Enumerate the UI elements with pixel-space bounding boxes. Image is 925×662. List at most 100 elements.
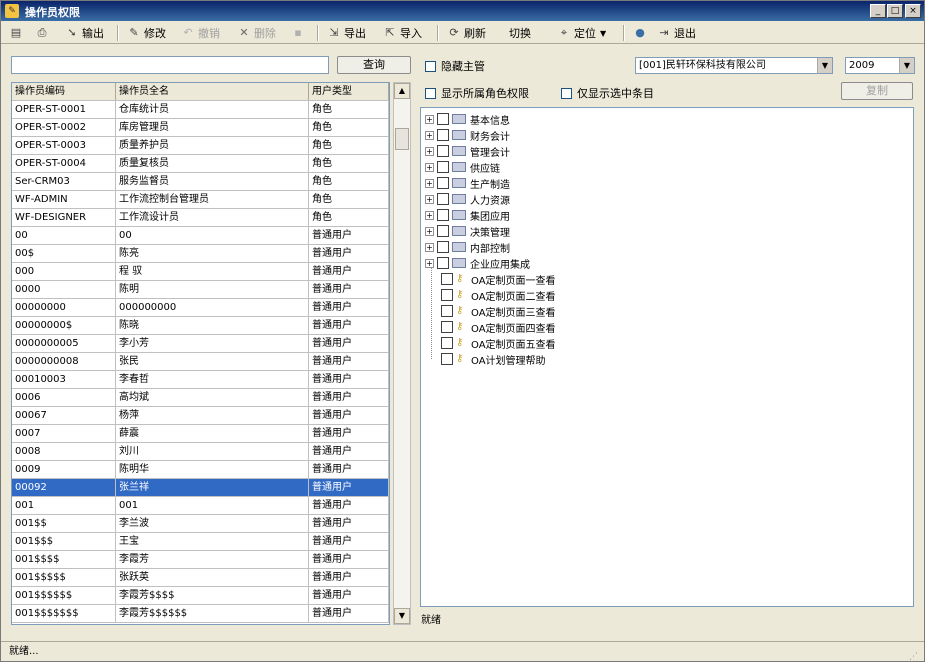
table-row[interactable]: 001$$$$$$ 李霞芳$$$$ 普通用户	[12, 587, 389, 605]
table-row[interactable]: 001$$$$$ 张跃英 普通用户	[12, 569, 389, 587]
expand-icon[interactable]: +	[425, 242, 434, 252]
tree-node[interactable]: + 财务会计	[425, 127, 510, 143]
table-row[interactable]: 0000000005 李小芳 普通用户	[12, 335, 389, 353]
tree-checkbox[interactable]	[437, 225, 449, 237]
tree-checkbox[interactable]	[437, 257, 449, 269]
exit-toolbar-button[interactable]: ⇥ 退出	[657, 24, 696, 42]
tree-node[interactable]: + 决策管理	[425, 223, 510, 239]
table-row[interactable]: WF-DESIGNER 工作流设计员 角色	[12, 209, 389, 227]
table-row[interactable]: 001$$$$$$$ 李霞芳$$$$$$ 普通用户	[12, 605, 389, 623]
help-toolbar-button[interactable]: ●	[633, 24, 650, 42]
table-row[interactable]: OPER-ST-0003 质量养护员 角色	[12, 137, 389, 155]
table-row[interactable]: 001$$ 李兰波 普通用户	[12, 515, 389, 533]
table-row[interactable]: 00067 杨萍 普通用户	[12, 407, 389, 425]
tree-node[interactable]: + 人力资源	[425, 191, 510, 207]
expand-icon[interactable]: +	[425, 162, 434, 172]
delete-toolbar-button[interactable]: ✕ 删除	[237, 24, 276, 42]
tree-checkbox[interactable]	[441, 289, 453, 301]
tree-checkbox[interactable]	[441, 305, 453, 317]
table-row[interactable]: WF-ADMIN 工作流控制台管理员 角色	[12, 191, 389, 209]
tree-leaf[interactable]: ⚷ OA定制页面四查看	[441, 319, 556, 335]
query-button[interactable]: 查询	[337, 56, 411, 74]
table-row[interactable]: 000 程 驭普通用户	[12, 263, 389, 281]
table-row[interactable]: 001 001 普通用户	[12, 497, 389, 515]
minimize-button[interactable]: _	[870, 4, 886, 18]
table-row[interactable]: OPER-ST-0002 库房管理员 角色	[12, 119, 389, 137]
table-row[interactable]: OPER-ST-0004 质量复核员 角色	[12, 155, 389, 173]
undo-toolbar-button[interactable]: ↶ 撤销	[181, 24, 220, 42]
table-row[interactable]: 0008 刘川 普通用户	[12, 443, 389, 461]
table-row[interactable]: 001$$$$ 李霞芳 普通用户	[12, 551, 389, 569]
year-select[interactable]: 2009 ▼	[845, 57, 915, 74]
scroll-up-icon[interactable]: ▲	[394, 83, 410, 99]
tree-checkbox[interactable]	[437, 241, 449, 253]
table-row[interactable]: 0000 陈明 普通用户	[12, 281, 389, 299]
expand-icon[interactable]: +	[425, 114, 434, 124]
table-row[interactable]: OPER-ST-0001 仓库统计员 角色	[12, 101, 389, 119]
tree-leaf[interactable]: ⚷ OA定制页面一查看	[441, 271, 556, 287]
column-header[interactable]: 操作员全名	[116, 83, 309, 100]
tree-checkbox[interactable]	[437, 129, 449, 141]
scroll-down-icon[interactable]: ▼	[394, 608, 410, 624]
tree-checkbox[interactable]	[437, 161, 449, 173]
tree-checkbox[interactable]	[437, 193, 449, 205]
table-row[interactable]: 0009 陈明华 普通用户	[12, 461, 389, 479]
tree-node[interactable]: + 集团应用	[425, 207, 510, 223]
expand-icon[interactable]: +	[425, 194, 434, 204]
table-row[interactable]: 00092 张兰祥 普通用户	[12, 479, 389, 497]
table-row[interactable]: 00000000 000000000 普通用户	[12, 299, 389, 317]
save-toolbar-button[interactable]: ▤	[9, 24, 26, 42]
expand-icon[interactable]: +	[425, 226, 434, 236]
expand-icon[interactable]: +	[425, 130, 434, 140]
expand-icon[interactable]: +	[425, 178, 434, 188]
tree-leaf[interactable]: ⚷ OA定制页面五查看	[441, 335, 556, 351]
floppy-toolbar-button[interactable]: ▪	[291, 24, 308, 42]
table-row[interactable]: 00000000$ 陈晓 普通用户	[12, 317, 389, 335]
table-row[interactable]: 0007 薛震 普通用户	[12, 425, 389, 443]
hide-supervisor-checkbox[interactable]: 隐藏主管	[425, 58, 485, 74]
tree-node[interactable]: + 基本信息	[425, 111, 510, 127]
tree-node[interactable]: + 企业应用集成	[425, 255, 530, 271]
table-row[interactable]: 00$ 陈亮 普通用户	[12, 245, 389, 263]
expand-icon[interactable]: +	[425, 258, 434, 268]
copy-button[interactable]: 复制	[841, 82, 913, 100]
tree-node[interactable]: + 生产制造	[425, 175, 510, 191]
search-input[interactable]	[11, 56, 329, 74]
show-selected-only-checkbox[interactable]: 仅显示选中条目	[561, 85, 654, 101]
output-toolbar-button[interactable]: ➘ 输出	[65, 24, 104, 42]
maximize-button[interactable]: □	[887, 4, 903, 18]
tree-leaf[interactable]: ⚷ OA定制页面二查看	[441, 287, 556, 303]
column-header[interactable]: 用户类型	[309, 83, 389, 100]
tree-checkbox[interactable]	[441, 321, 453, 333]
import-toolbar-button[interactable]: ⇱ 导入	[383, 24, 422, 42]
grid-scrollbar[interactable]: ▲ ▼	[393, 82, 411, 625]
table-row[interactable]: Ser-CRM03 服务监督员 角色	[12, 173, 389, 191]
tree-checkbox[interactable]	[437, 113, 449, 125]
locate-toolbar-button[interactable]: ⌖ 定位 ▼	[557, 24, 606, 42]
export-toolbar-button[interactable]: ⇲ 导出	[327, 24, 366, 42]
table-row[interactable]: 0000000008 张民 普通用户	[12, 353, 389, 371]
tree-checkbox[interactable]	[441, 337, 453, 349]
switch-toolbar-button[interactable]: 切换	[509, 24, 531, 42]
refresh-toolbar-button[interactable]: ⟳ 刷新	[447, 24, 486, 42]
expand-icon[interactable]: +	[425, 210, 434, 220]
tree-node[interactable]: + 内部控制	[425, 239, 510, 255]
tree-checkbox[interactable]	[441, 353, 453, 365]
tree-checkbox[interactable]	[437, 177, 449, 189]
tree-checkbox[interactable]	[437, 145, 449, 157]
tree-node[interactable]: + 管理会计	[425, 143, 510, 159]
table-row[interactable]: 001$$$ 王宝 普通用户	[12, 533, 389, 551]
print-toolbar-button[interactable]: ⎙	[35, 24, 52, 42]
table-row[interactable]: 00010003 李春哲 普通用户	[12, 371, 389, 389]
tree-checkbox[interactable]	[441, 273, 453, 285]
tree-checkbox[interactable]	[437, 209, 449, 221]
table-row[interactable]: 00 00 普通用户	[12, 227, 389, 245]
table-row[interactable]: 0006 高均斌 普通用户	[12, 389, 389, 407]
resize-grip-icon[interactable]: ⋰	[909, 647, 921, 662]
column-header[interactable]: 操作员编码	[12, 83, 116, 100]
close-button[interactable]: ×	[905, 4, 921, 18]
scroll-thumb[interactable]	[395, 128, 409, 150]
tree-leaf[interactable]: ⚷ OA定制页面三查看	[441, 303, 556, 319]
show-role-rights-checkbox[interactable]: 显示所属角色权限	[425, 85, 529, 101]
expand-icon[interactable]: +	[425, 146, 434, 156]
